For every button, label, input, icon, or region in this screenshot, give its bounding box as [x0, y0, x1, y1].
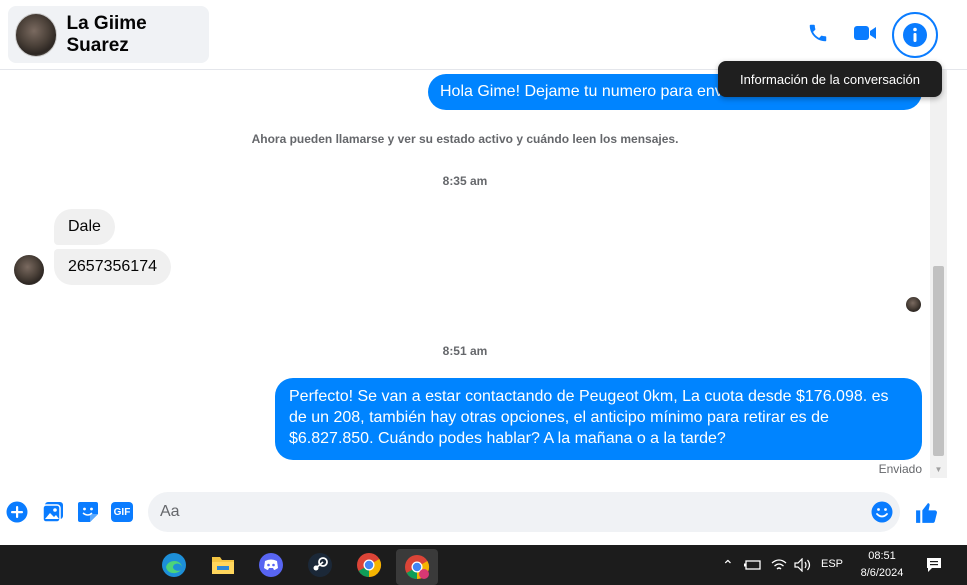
- notification-icon[interactable]: [920, 549, 948, 581]
- emoji-icon[interactable]: [870, 500, 894, 524]
- clock-date[interactable]: 8/6/2024: [856, 567, 908, 579]
- message-status: Enviado: [878, 462, 922, 476]
- battery-icon[interactable]: [740, 549, 766, 581]
- phone-icon[interactable]: [803, 18, 833, 48]
- message-input-placeholder: Aa: [160, 503, 180, 520]
- gif-label: GIF: [111, 502, 133, 522]
- message-text: Dale: [68, 218, 101, 235]
- discord-icon[interactable]: [253, 549, 289, 581]
- chrome-profile-icon[interactable]: [396, 549, 438, 585]
- message-input[interactable]: Aa: [148, 492, 900, 532]
- incoming-message[interactable]: 2657356174: [54, 249, 171, 285]
- sticker-icon[interactable]: [76, 500, 100, 524]
- conversation-info-tooltip: Información de la conversación: [718, 61, 942, 97]
- system-notice: Ahora pueden llamarse y ver su estado ac…: [251, 132, 679, 146]
- steam-icon[interactable]: [302, 549, 338, 581]
- incoming-message[interactable]: Dale: [54, 209, 115, 245]
- chrome-icon[interactable]: [351, 549, 387, 581]
- like-icon[interactable]: [913, 499, 939, 525]
- conversation-info-button[interactable]: [892, 12, 938, 58]
- timestamp: 8:35 am: [442, 174, 488, 188]
- plus-icon[interactable]: [5, 500, 29, 524]
- image-icon[interactable]: [41, 500, 65, 524]
- video-icon[interactable]: [850, 18, 880, 48]
- scrollbar-thumb[interactable]: [933, 266, 944, 456]
- volume-icon[interactable]: [790, 549, 816, 581]
- contact-button[interactable]: La Giime Suarez: [8, 6, 209, 63]
- wifi-icon[interactable]: [766, 549, 792, 581]
- outgoing-message[interactable]: Perfecto! Se van a estar contactando de …: [275, 378, 922, 460]
- conversation-header: La Giime Suarez: [0, 0, 967, 70]
- timestamp: 8:51 am: [442, 344, 488, 358]
- info-icon: [903, 23, 927, 47]
- tooltip-text: Información de la conversación: [740, 71, 920, 87]
- messenger-window: La Giime Suarez Hola Gime! Dejame tu num…: [0, 0, 967, 585]
- gif-icon[interactable]: GIF: [110, 500, 134, 524]
- contact-name: La Giime Suarez: [66, 12, 147, 56]
- message-text: 2657356174: [68, 258, 157, 275]
- chevron-up-icon[interactable]: ⌃: [722, 557, 734, 574]
- contact-avatar: [15, 12, 58, 57]
- language-indicator[interactable]: ESP: [821, 558, 843, 570]
- read-receipt-avatar: [906, 297, 921, 312]
- windows-taskbar: ⌃ ESP 08:51 8/6/2024: [0, 545, 967, 585]
- file-explorer-icon[interactable]: [205, 549, 241, 581]
- message-text: Perfecto! Se van a estar contactando de …: [289, 388, 889, 447]
- sender-avatar[interactable]: [14, 255, 44, 285]
- clock-time[interactable]: 08:51: [866, 550, 898, 562]
- scroll-down-arrow[interactable]: ▼: [933, 464, 944, 475]
- edge-icon[interactable]: [156, 549, 192, 581]
